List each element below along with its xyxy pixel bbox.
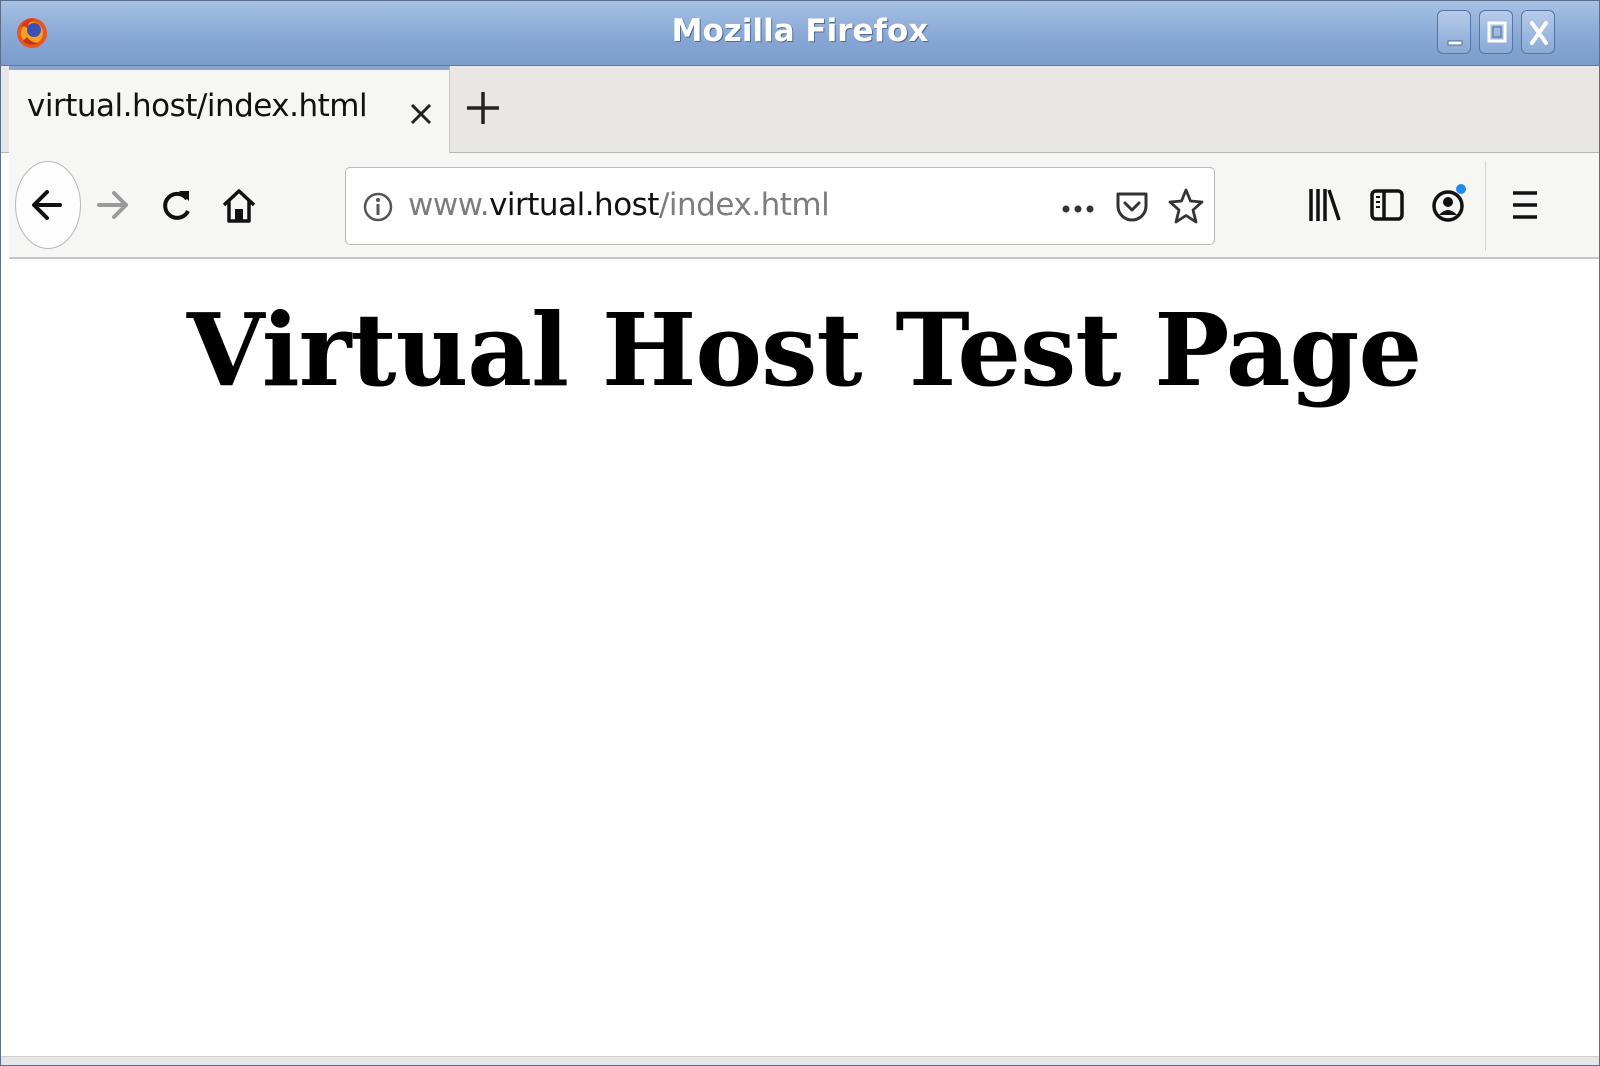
- url-text[interactable]: www.virtual.host/index.html: [408, 187, 830, 223]
- close-icon: [1530, 21, 1548, 45]
- page-content: Virtual Host Test Page: [9, 261, 1599, 1041]
- close-window-button[interactable]: [1521, 10, 1555, 54]
- library-icon[interactable]: [1305, 183, 1345, 227]
- window-bottom-edge: [1, 1056, 1599, 1065]
- browser-window: Mozilla Firefox virtual.host/index.html: [0, 0, 1600, 1066]
- url-path: /index.html: [658, 187, 830, 223]
- bookmark-star-icon[interactable]: [1168, 186, 1204, 226]
- url-bar[interactable]: www.virtual.host/index.html: [345, 167, 1215, 245]
- navigation-toolbar: www.virtual.host/index.html: [9, 153, 1599, 259]
- url-host: virtual.host: [489, 187, 659, 223]
- url-prefix: www.: [408, 187, 490, 223]
- info-icon[interactable]: [362, 190, 394, 224]
- menu-icon[interactable]: [1505, 183, 1545, 227]
- account-icon[interactable]: [1429, 181, 1471, 227]
- sidebar-icon[interactable]: [1367, 183, 1407, 227]
- tab-close-icon[interactable]: [401, 94, 441, 134]
- back-button[interactable]: [15, 161, 81, 249]
- tab-active[interactable]: virtual.host/index.html: [9, 66, 450, 153]
- tab-label: virtual.host/index.html: [27, 88, 368, 124]
- tab-strip: virtual.host/index.html: [1, 66, 1599, 153]
- reload-icon[interactable]: [157, 183, 197, 227]
- page-actions-icon[interactable]: [1058, 194, 1098, 224]
- maximize-icon: [1487, 21, 1507, 43]
- maximize-button[interactable]: [1479, 10, 1513, 54]
- title-bar[interactable]: Mozilla Firefox: [1, 1, 1599, 66]
- new-tab-icon[interactable]: [463, 86, 503, 130]
- back-icon: [32, 190, 62, 220]
- home-icon[interactable]: [219, 183, 259, 227]
- minimize-icon: [1447, 40, 1463, 46]
- forward-icon[interactable]: [93, 183, 133, 227]
- page-heading: Virtual Host Test Page: [186, 291, 1422, 409]
- toolbar-separator: [1485, 161, 1486, 251]
- pocket-icon[interactable]: [1114, 188, 1150, 226]
- window-title: Mozilla Firefox: [671, 13, 929, 49]
- minimize-button[interactable]: [1437, 10, 1471, 54]
